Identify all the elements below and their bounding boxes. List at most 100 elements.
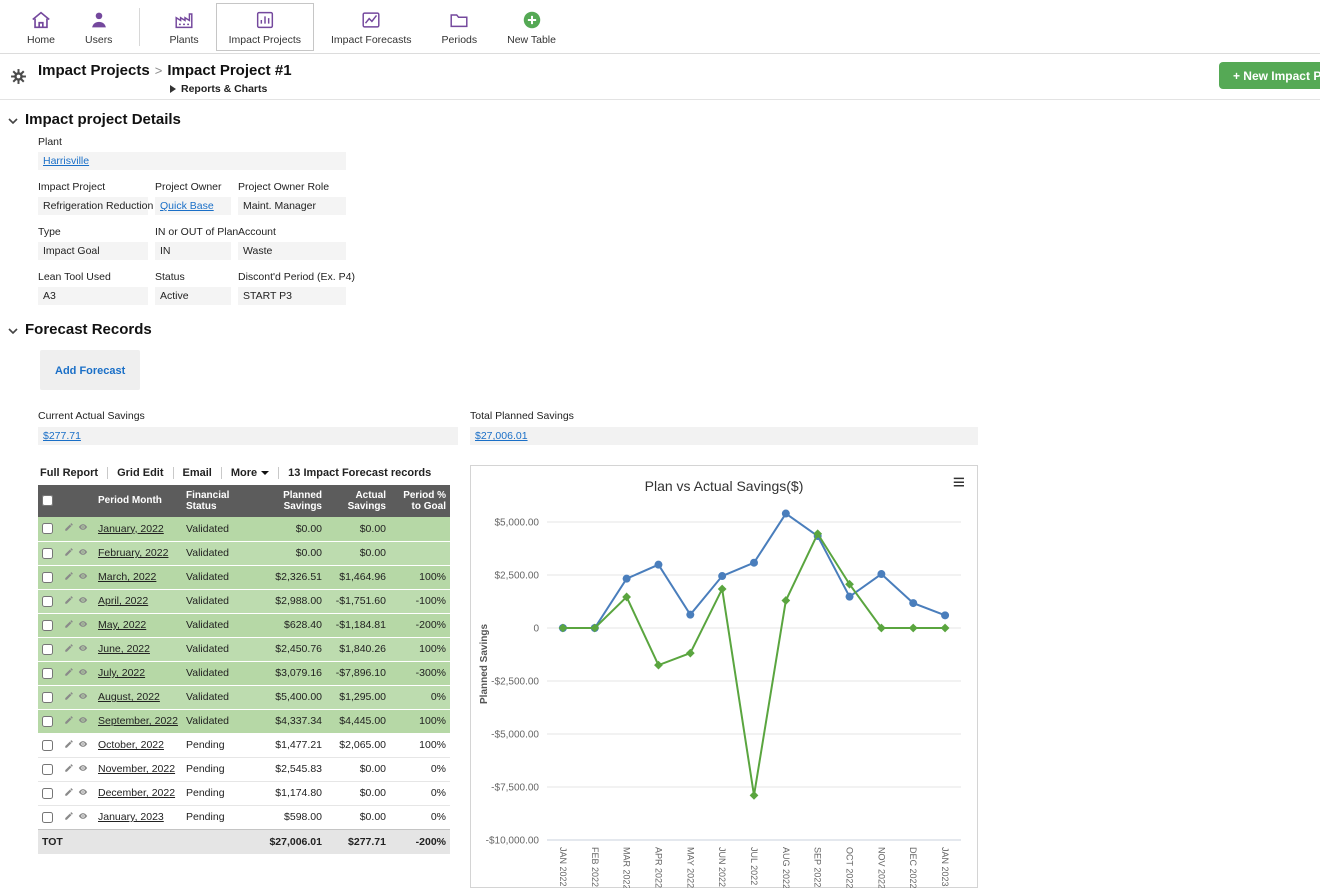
svg-text:-$5,000.00: -$5,000.00	[491, 730, 539, 741]
row-checkbox[interactable]	[42, 620, 53, 631]
view-eye-icon[interactable]	[77, 643, 89, 656]
nav-item-label: New Table	[507, 34, 556, 46]
periods-icon	[448, 9, 470, 31]
edit-pencil-icon[interactable]	[64, 763, 74, 776]
row-checkbox[interactable]	[42, 572, 53, 583]
nav-item-home[interactable]: Home	[14, 3, 68, 51]
actual-savings-cell: $0.00	[326, 517, 390, 541]
period-month-link[interactable]: December, 2022	[98, 787, 175, 799]
row-checkbox[interactable]	[42, 596, 53, 607]
period-month-link[interactable]: May, 2022	[98, 619, 146, 631]
edit-pencil-icon[interactable]	[64, 715, 74, 728]
period-month-link[interactable]: July, 2022	[98, 667, 145, 679]
edit-pencil-icon[interactable]	[64, 522, 74, 535]
row-checkbox[interactable]	[42, 548, 53, 559]
view-eye-icon[interactable]	[77, 763, 89, 776]
nav-divider	[139, 8, 140, 46]
current-actual-savings-link[interactable]: $277.71	[43, 430, 81, 442]
period-month-link[interactable]: August, 2022	[98, 691, 160, 703]
edit-pencil-icon[interactable]	[64, 739, 74, 752]
view-eye-icon[interactable]	[77, 571, 89, 584]
period-month-link[interactable]: April, 2022	[98, 595, 148, 607]
row-checkbox[interactable]	[42, 812, 53, 823]
row-checkbox[interactable]	[42, 644, 53, 655]
impact-project-value: Refrigeration Reduction	[38, 197, 148, 215]
view-eye-icon[interactable]	[77, 522, 89, 535]
period-month-link[interactable]: November, 2022	[98, 763, 175, 775]
page-header: Impact Projects>Impact Project #1 Report…	[0, 54, 1320, 100]
svg-text:DEC 2022: DEC 2022	[908, 847, 918, 888]
total-actual: $277.71	[326, 829, 390, 854]
breadcrumb-impact-projects-link[interactable]: Impact Projects	[38, 62, 150, 79]
project-owner-link[interactable]: Quick Base	[160, 200, 214, 212]
total-planned-savings-link[interactable]: $27,006.01	[475, 430, 528, 442]
view-eye-icon[interactable]	[77, 619, 89, 632]
chevron-down-icon	[8, 111, 18, 128]
chart-panel: Plan vs Actual Savings($) ≡ Planned Savi…	[470, 465, 978, 888]
nav-item-label: Plants	[169, 34, 198, 46]
row-checkbox[interactable]	[42, 764, 53, 775]
svg-text:SEP 2022: SEP 2022	[813, 847, 823, 887]
view-eye-icon[interactable]	[77, 787, 89, 800]
view-eye-icon[interactable]	[77, 667, 89, 680]
nav-item-new-table[interactable]: New Table	[494, 3, 569, 51]
period-month-link[interactable]: September, 2022	[98, 715, 178, 727]
table-row: October, 2022Pending$1,477.21$2,065.0010…	[38, 733, 450, 757]
settings-gear-icon[interactable]	[10, 68, 27, 90]
row-checkbox[interactable]	[42, 716, 53, 727]
email-link[interactable]: Email	[173, 467, 221, 479]
nav-item-periods[interactable]: Periods	[429, 3, 491, 51]
view-eye-icon[interactable]	[77, 811, 89, 824]
period-month-link[interactable]: March, 2022	[98, 571, 156, 583]
view-eye-icon[interactable]	[77, 739, 89, 752]
period-month-link[interactable]: October, 2022	[98, 739, 164, 751]
edit-pencil-icon[interactable]	[64, 811, 74, 824]
total-pct: -200%	[390, 829, 450, 854]
period-month-link[interactable]: January, 2023	[98, 811, 164, 823]
nav-item-users[interactable]: Users	[72, 3, 125, 51]
edit-pencil-icon[interactable]	[64, 667, 74, 680]
add-forecast-button[interactable]: Add Forecast	[55, 365, 125, 377]
row-checkbox[interactable]	[42, 692, 53, 703]
table-row: August, 2022Validated$5,400.00$1,295.000…	[38, 685, 450, 709]
financial-status-cell: Validated	[182, 517, 258, 541]
nav-item-label: Impact Projects	[229, 34, 301, 46]
full-report-link[interactable]: Full Report	[38, 467, 107, 479]
edit-pencil-icon[interactable]	[64, 787, 74, 800]
more-dropdown[interactable]: More	[221, 467, 278, 479]
in-out-plan-value: IN	[155, 242, 231, 260]
period-pct-cell: 100%	[390, 733, 450, 757]
row-checkbox[interactable]	[42, 788, 53, 799]
nav-item-label: Users	[85, 34, 112, 46]
row-checkbox[interactable]	[42, 740, 53, 751]
row-checkbox[interactable]	[42, 668, 53, 679]
edit-pencil-icon[interactable]	[64, 571, 74, 584]
field-label-status: Status	[155, 271, 231, 283]
period-month-link[interactable]: June, 2022	[98, 643, 150, 655]
period-month-link[interactable]: January, 2022	[98, 523, 164, 535]
edit-pencil-icon[interactable]	[64, 691, 74, 704]
new-impact-project-button[interactable]: + New Impact Project	[1219, 62, 1320, 89]
plant-link[interactable]: Harrisville	[43, 155, 89, 167]
view-eye-icon[interactable]	[77, 691, 89, 704]
chart-menu-icon[interactable]: ≡	[953, 472, 965, 493]
nav-item-impact-forecasts[interactable]: Impact Forecasts	[318, 3, 425, 51]
edit-pencil-icon[interactable]	[64, 619, 74, 632]
edit-pencil-icon[interactable]	[64, 595, 74, 608]
edit-pencil-icon[interactable]	[64, 643, 74, 656]
select-all-checkbox[interactable]	[42, 495, 53, 506]
discontd-period-value: START P3	[238, 287, 346, 305]
grid-edit-link[interactable]: Grid Edit	[107, 467, 172, 479]
row-checkbox[interactable]	[42, 523, 53, 534]
nav-item-plants[interactable]: Plants	[156, 3, 211, 51]
view-eye-icon[interactable]	[77, 715, 89, 728]
reports-charts-toggle[interactable]: Reports & Charts	[170, 83, 267, 95]
forecast-section-heading[interactable]: Forecast Records	[8, 321, 1320, 338]
edit-pencil-icon[interactable]	[64, 547, 74, 560]
nav-item-impact-projects[interactable]: Impact Projects	[216, 3, 314, 51]
view-eye-icon[interactable]	[77, 595, 89, 608]
details-section-heading[interactable]: Impact project Details	[8, 111, 1320, 128]
view-eye-icon[interactable]	[77, 547, 89, 560]
planned-savings-cell: $4,337.34	[258, 709, 326, 733]
period-month-link[interactable]: February, 2022	[98, 547, 168, 559]
